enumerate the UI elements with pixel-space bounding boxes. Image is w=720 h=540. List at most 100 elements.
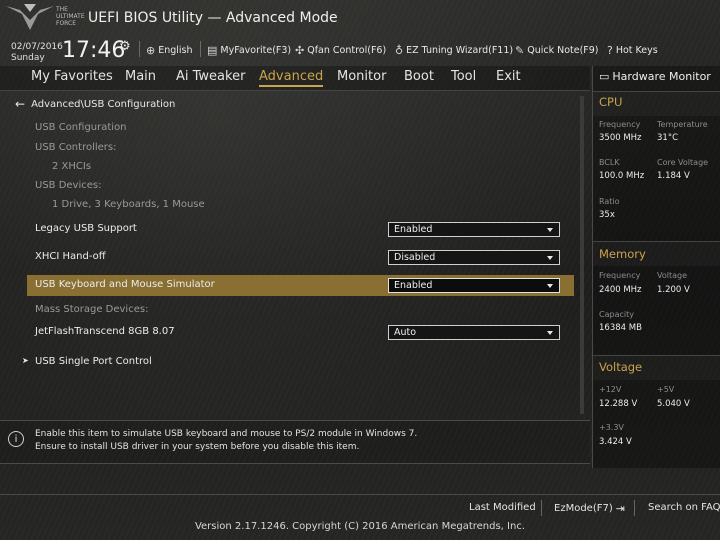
- last-modified-button[interactable]: Last Modified: [469, 502, 536, 513]
- back-arrow-icon[interactable]: ←: [15, 97, 25, 111]
- mass-storage-devices-label: Mass Storage Devices:: [35, 304, 149, 315]
- xhci-hand-off-value: Disabled: [394, 252, 436, 263]
- help-text-line2: Ensure to install USB driver in your sys…: [35, 442, 360, 452]
- core-voltage-value: 1.184 V: [657, 171, 690, 181]
- version-text: Version 2.17.1246. Copyright (C) 2016 Am…: [194, 521, 526, 532]
- lightbulb-icon: ♁: [395, 43, 404, 57]
- tab-tool[interactable]: Tool: [451, 69, 476, 84]
- usb-kb-mouse-simulator-value: Enabled: [394, 280, 433, 291]
- logo-text: THE ULTIMATE FORCE: [56, 6, 85, 27]
- clock: 17:46: [62, 38, 126, 63]
- usb-devices-value: 1 Drive, 3 Keyboards, 1 Mouse: [52, 199, 205, 210]
- question-icon: ?: [607, 43, 613, 57]
- section-usb-configuration: USB Configuration: [35, 122, 127, 133]
- legacy-usb-support-value: Enabled: [394, 224, 433, 235]
- tab-monitor[interactable]: Monitor: [337, 69, 386, 84]
- favorite-icon: ▤: [207, 43, 218, 57]
- voltage-section-title: Voltage: [599, 360, 643, 374]
- ezmode-button[interactable]: EzMode(F7) ⇥: [554, 502, 625, 515]
- divider: [139, 41, 140, 57]
- quick-note-button[interactable]: ✎ Quick Note(F9): [515, 42, 599, 58]
- v5-label: +5V: [657, 385, 675, 394]
- legacy-usb-support-select[interactable]: Enabled: [388, 222, 560, 237]
- usb-kb-mouse-simulator-select[interactable]: Enabled: [388, 278, 560, 293]
- qfan-label: Qfan Control(F6): [307, 44, 387, 56]
- globe-icon: ⊕: [146, 43, 156, 57]
- usb-controllers-label: USB Controllers:: [35, 142, 117, 153]
- day: Sunday: [11, 53, 45, 63]
- info-icon: i: [8, 431, 24, 447]
- cpu-temperature-value: 31°C: [657, 133, 679, 143]
- chevron-down-icon: [547, 228, 553, 232]
- clock-settings-gear-icon[interactable]: ⚙: [119, 39, 131, 54]
- language-button[interactable]: ⊕ English: [146, 42, 193, 58]
- core-voltage-label: Core Voltage: [657, 158, 709, 167]
- chevron-down-icon: [547, 331, 553, 335]
- divider: [200, 41, 201, 57]
- myfavorite-button[interactable]: ▤ MyFavorite(F3): [207, 42, 291, 58]
- tab-advanced[interactable]: Advanced: [259, 69, 324, 87]
- monitor-icon: ▭: [599, 70, 610, 83]
- help-text-line1: Enable this item to simulate USB keyboar…: [35, 429, 418, 439]
- usb-devices-label: USB Devices:: [35, 180, 102, 191]
- tab-ai-tweaker[interactable]: Ai Tweaker: [176, 69, 245, 84]
- search-faq-button[interactable]: Search on FAQ: [648, 502, 720, 513]
- language-label: English: [158, 44, 193, 56]
- v12-label: +12V: [599, 385, 622, 394]
- legacy-usb-support-label: Legacy USB Support: [35, 223, 137, 234]
- memory-voltage-label: Voltage: [657, 271, 688, 280]
- hardware-monitor-label: Hardware Monitor: [612, 70, 711, 83]
- v33-label: +3.3V: [599, 423, 624, 432]
- fan-icon: ✣: [295, 43, 305, 57]
- divider: [541, 500, 542, 516]
- chevron-down-icon: [547, 284, 553, 288]
- ratio-value: 35x: [599, 210, 615, 220]
- note-icon: ✎: [515, 43, 525, 57]
- hot-keys-label: Hot Keys: [615, 44, 658, 56]
- memory-voltage-value: 1.200 V: [657, 285, 690, 295]
- tab-main[interactable]: Main: [125, 69, 156, 84]
- usb-controllers-value: 2 XHCIs: [52, 161, 92, 172]
- jetflash-device-select[interactable]: Auto: [388, 325, 560, 340]
- cpu-frequency-value: 3500 MHz: [599, 133, 642, 143]
- memory-capacity-value: 16384 MB: [599, 323, 642, 333]
- bclk-label: BCLK: [599, 158, 620, 167]
- cpu-temperature-label: Temperature: [657, 120, 708, 129]
- xhci-hand-off-select[interactable]: Disabled: [388, 250, 560, 265]
- cpu-frequency-label: Frequency: [599, 120, 641, 129]
- ratio-label: Ratio: [599, 197, 620, 206]
- ez-tuning-label: EZ Tuning Wizard(F11): [406, 44, 514, 56]
- divider: [634, 500, 635, 516]
- v12-value: 12.288 V: [599, 399, 638, 409]
- exit-to-ezmode-icon: ⇥: [615, 502, 625, 515]
- xhci-hand-off-label: XHCI Hand-off: [35, 251, 106, 262]
- main-scrollbar[interactable]: [580, 96, 584, 414]
- myfavorite-label: MyFavorite(F3): [220, 44, 292, 56]
- cpu-section-title: CPU: [599, 95, 623, 109]
- tuf-logo: [6, 4, 54, 30]
- memory-frequency-value: 2400 MHz: [599, 285, 642, 295]
- hot-keys-button[interactable]: ? Hot Keys: [607, 42, 658, 58]
- breadcrumb[interactable]: ← Advanced\USB Configuration: [15, 97, 175, 111]
- usb-single-port-control-link[interactable]: USB Single Port Control: [35, 356, 152, 367]
- memory-frequency-label: Frequency: [599, 271, 641, 280]
- quick-note-label: Quick Note(F9): [527, 44, 599, 56]
- ezmode-label: EzMode(F7): [554, 503, 613, 514]
- tab-my-favorites[interactable]: My Favorites: [31, 69, 113, 84]
- tab-boot[interactable]: Boot: [404, 69, 434, 84]
- chevron-down-icon: [547, 256, 553, 260]
- usb-kb-mouse-simulator-label: USB Keyboard and Mouse Simulator: [35, 279, 215, 290]
- ez-tuning-wizard-button[interactable]: ♁ EZ Tuning Wizard(F11): [395, 42, 513, 58]
- breadcrumb-path: Advanced\USB Configuration: [31, 98, 176, 110]
- submenu-arrow-icon: ➤: [22, 356, 29, 365]
- qfan-control-button[interactable]: ✣ Qfan Control(F6): [295, 42, 386, 58]
- bclk-value: 100.0 MHz: [599, 171, 645, 181]
- v5-value: 5.040 V: [657, 399, 690, 409]
- v33-value: 3.424 V: [599, 437, 632, 447]
- jetflash-device-value: Auto: [394, 327, 417, 338]
- app-title: UEFI BIOS Utility — Advanced Mode: [88, 10, 338, 26]
- memory-section-title: Memory: [599, 247, 646, 261]
- date: 02/07/2016: [11, 42, 63, 52]
- tab-exit[interactable]: Exit: [496, 69, 521, 84]
- hardware-monitor-title: ▭ Hardware Monitor: [599, 70, 711, 83]
